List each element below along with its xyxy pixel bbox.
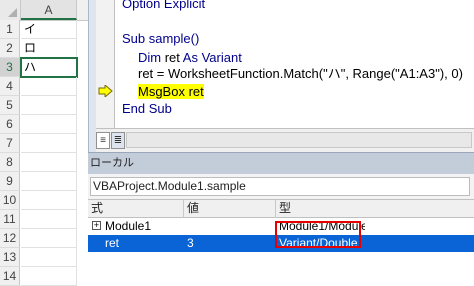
cell-a13[interactable] [21, 248, 77, 267]
row-value: 3 [187, 236, 194, 250]
code-line-sub[interactable]: Sub sample() [122, 31, 199, 47]
cell-a5[interactable] [21, 96, 77, 115]
locals-context-field[interactable]: VBAProject.Module1.sample [90, 177, 470, 196]
cell-a11[interactable] [21, 210, 77, 229]
row-header[interactable]: 5 [0, 96, 20, 115]
annotation-highlight-box [275, 221, 361, 248]
locals-grid-header: 式 値 型 [88, 200, 474, 218]
code-window[interactable]: Option Explicit Sub sample() Dim ret As … [96, 0, 474, 153]
row-header[interactable]: 4 [0, 77, 20, 96]
cell-a9[interactable] [21, 172, 77, 191]
full-module-view-button[interactable]: ≣ [111, 132, 125, 149]
row-header[interactable]: 11 [0, 210, 20, 229]
row-value [187, 218, 276, 235]
cell-a4[interactable] [21, 77, 77, 96]
row-header[interactable]: 7 [0, 134, 20, 153]
code-line-option-explicit[interactable]: Option Explicit [122, 0, 205, 12]
dim-variable: ret [161, 50, 183, 65]
current-statement-highlight: MsgBox ret [138, 84, 204, 99]
row-header[interactable]: 10 [0, 191, 20, 210]
row-header[interactable]: 2 [0, 39, 20, 58]
row-header[interactable]: 12 [0, 229, 20, 248]
locals-context-bar: VBAProject.Module1.sample [88, 174, 474, 200]
dim-keyword: Dim [138, 50, 162, 65]
cell-a2[interactable]: ロ [21, 39, 77, 58]
row-expression: ret [105, 236, 120, 250]
column-a-header[interactable]: A [21, 0, 77, 20]
row-header[interactable]: 1 [0, 20, 20, 39]
row-expression: Module1 [105, 219, 152, 233]
cell-a12[interactable] [21, 229, 77, 248]
cell-a8[interactable] [21, 153, 77, 172]
locals-window: ローカル VBAProject.Module1.sample 式 値 型 + M… [88, 152, 474, 271]
row-header[interactable]: 13 [0, 248, 20, 267]
header-expression[interactable]: 式 [88, 200, 184, 218]
row-header[interactable]: 6 [0, 115, 20, 134]
expand-plus-icon[interactable]: + [92, 221, 101, 230]
cell-a7[interactable] [21, 134, 77, 153]
cell-a14[interactable] [21, 267, 77, 286]
code-margin[interactable] [96, 0, 115, 128]
row-header[interactable]: 14 [0, 267, 20, 286]
row-header[interactable]: 9 [0, 172, 20, 191]
locals-title-bar[interactable]: ローカル [88, 152, 474, 174]
column-header-row: A [0, 0, 88, 21]
procedure-view-button[interactable]: ≡ [96, 132, 110, 149]
row-header[interactable]: 8 [0, 153, 20, 172]
code-line-msgbox[interactable]: MsgBox ret [138, 84, 204, 100]
code-line-end-sub[interactable]: End Sub [122, 101, 172, 117]
code-window-bottom-bar: ≡ ≣ [96, 128, 474, 153]
header-type[interactable]: 型 [276, 200, 474, 218]
header-value[interactable]: 値 [184, 200, 276, 218]
dim-type: As Variant [182, 50, 242, 65]
cell-a6[interactable] [21, 115, 77, 134]
code-line-dim[interactable]: Dim ret As Variant [138, 50, 242, 66]
cell-a10[interactable] [21, 191, 77, 210]
select-all-corner[interactable] [0, 0, 21, 20]
horizontal-scrollbar[interactable] [126, 132, 472, 148]
cell-a3[interactable]: ハ [20, 57, 78, 78]
code-line-match[interactable]: ret = WorksheetFunction.Match("ハ", Range… [138, 66, 463, 82]
execution-arrow-icon [98, 83, 113, 102]
excel-sheet: A 1 イ 2 ロ 3 ハ 4 5 6 7 8 9 10 11 12 13 14 [0, 0, 88, 286]
row-header[interactable]: 3 [0, 58, 20, 77]
cell-a1[interactable]: イ [21, 20, 77, 39]
